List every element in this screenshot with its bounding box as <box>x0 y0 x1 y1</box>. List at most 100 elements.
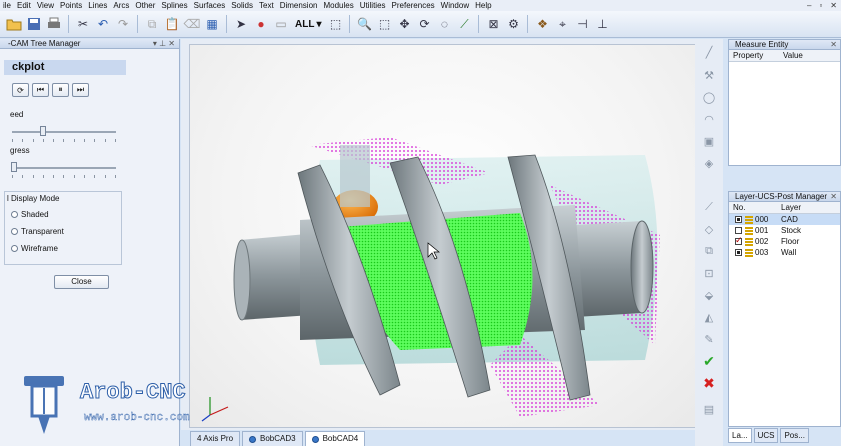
mode-transparent[interactable]: Transparent <box>11 227 64 236</box>
measure-close-icon[interactable]: ✕ <box>830 40 837 50</box>
line-tool-icon[interactable]: ╱ <box>700 44 718 60</box>
layer-visible-checkbox[interactable] <box>735 235 743 246</box>
layer-stack-icon <box>745 237 753 246</box>
cancel-x-icon[interactable]: ✖ <box>700 375 718 391</box>
axis-view-icon[interactable]: ⟋ <box>454 14 474 34</box>
menu-help[interactable]: Help <box>472 0 494 11</box>
edit-tool-icon[interactable]: ✎ <box>700 331 718 347</box>
box-tool-icon[interactable]: ▣ <box>700 133 718 149</box>
replay-icon[interactable]: ⟳ <box>12 83 29 97</box>
radio-shaded[interactable] <box>11 211 18 218</box>
graphics-viewport[interactable] <box>189 44 702 428</box>
tab-ucs[interactable]: UCS <box>753 428 779 443</box>
speed-slider-thumb[interactable] <box>40 126 47 136</box>
pause-icon[interactable]: ⏸ <box>52 83 69 97</box>
speed-slider-track[interactable] <box>12 131 116 133</box>
cut-icon[interactable]: ✂ <box>73 14 93 34</box>
open-folder-icon[interactable] <box>4 14 24 34</box>
arc-tool-icon[interactable]: ◠ <box>700 111 718 127</box>
menu-utilities[interactable]: Utilities <box>357 0 389 11</box>
paste-icon[interactable]: 📋 <box>162 14 182 34</box>
menu-lines[interactable]: Lines <box>85 0 110 11</box>
accept-check-icon[interactable]: ✔ <box>700 353 718 369</box>
layer-filter-icon[interactable]: ▭ <box>271 14 291 34</box>
layer-row[interactable]: 003 Wall <box>729 247 840 258</box>
radio-wireframe[interactable] <box>11 245 18 252</box>
pin-icon[interactable]: ▾ ⊥ ✕ <box>153 39 175 49</box>
copy-icon[interactable]: ⧉ <box>142 14 162 34</box>
pan-icon[interactable]: ✥ <box>394 14 414 34</box>
maximize-button[interactable]: ▫ <box>819 1 822 10</box>
blend-tool-icon[interactable]: ◭ <box>700 309 718 325</box>
entity-select-icon[interactable]: ⬚ <box>325 14 345 34</box>
mode-shaded[interactable]: Shaded <box>11 210 49 219</box>
pattern-tool-icon[interactable]: ⬙ <box>700 287 718 303</box>
layer-close-icon[interactable]: ✕ <box>830 192 837 202</box>
offset-tool-icon[interactable]: ⧉ <box>700 243 718 259</box>
close-button[interactable]: Close <box>54 275 109 289</box>
shaded-solids-icon[interactable]: ❖ <box>532 14 552 34</box>
menu-text[interactable]: Text <box>256 0 277 11</box>
iso-view-icon[interactable]: ⊠ <box>483 14 503 34</box>
menu-edit[interactable]: Edit <box>14 0 34 11</box>
tab-layers[interactable]: La... <box>728 428 752 443</box>
progress-slider-thumb[interactable] <box>11 162 18 172</box>
progress-slider-track[interactable] <box>12 167 116 169</box>
tab-4-axis-pro[interactable]: 4 Axis Pro <box>190 431 241 446</box>
menu-file[interactable]: ile <box>0 0 14 11</box>
display-mode-group: l Display Mode Shaded Transparent Wirefr… <box>4 191 122 265</box>
save-icon[interactable] <box>24 14 44 34</box>
circle-tool-icon[interactable]: ◯ <box>700 89 718 105</box>
radio-transparent[interactable] <box>11 228 18 235</box>
step-back-icon[interactable]: ⏮ <box>32 83 49 97</box>
menu-preferences[interactable]: Preferences <box>389 0 438 11</box>
rotate-view-icon[interactable]: ⟳ <box>414 14 434 34</box>
trim-tool-icon[interactable]: ⟋ <box>700 199 718 215</box>
zoom-icon[interactable]: 🔍 <box>354 14 374 34</box>
undo-icon[interactable]: ↶ <box>93 14 113 34</box>
selection-filter-dropdown[interactable]: ALL ▾ <box>291 14 325 34</box>
properties-icon[interactable]: ▦ <box>202 14 222 34</box>
panel-toggle-icon[interactable]: ▤ <box>700 401 718 417</box>
layer-visible-checkbox[interactable] <box>735 249 742 256</box>
zoom-window-icon[interactable]: ⬚ <box>374 14 394 34</box>
origin-icon[interactable]: ⊥ <box>592 14 612 34</box>
layer-row[interactable]: 001 Stock <box>729 225 840 236</box>
menu-solids[interactable]: Solids <box>228 0 256 11</box>
tab-post[interactable]: Pos... <box>780 428 809 443</box>
col-layer: Layer <box>781 203 802 212</box>
delete-icon[interactable]: ⌫ <box>182 14 202 34</box>
menu-splines[interactable]: Splines <box>158 0 190 11</box>
tab-bobcad4[interactable]: BobCAD4 <box>304 431 366 446</box>
mode-wireframe[interactable]: Wireframe <box>11 244 58 253</box>
menu-view[interactable]: View <box>34 0 57 11</box>
layer-visible-checkbox[interactable] <box>735 216 742 223</box>
layer-row[interactable]: 002 Floor <box>729 235 840 247</box>
print-icon[interactable] <box>44 14 64 34</box>
minimize-button[interactable]: – <box>807 1 811 10</box>
chevron-down-icon: ▾ <box>316 18 322 30</box>
menu-points[interactable]: Points <box>57 0 85 11</box>
step-forward-icon[interactable]: ⏭ <box>72 83 89 97</box>
tab-bobcad3[interactable]: BobCAD3 <box>242 431 303 446</box>
layer-row[interactable]: 000 CAD <box>729 214 840 225</box>
layer-visible-checkbox[interactable] <box>735 227 742 234</box>
select-arrow-icon[interactable]: ➤ <box>231 14 251 34</box>
redo-icon[interactable]: ↷ <box>113 14 133 34</box>
settings-gear-icon[interactable]: ⚙ <box>503 14 523 34</box>
measure-icon[interactable]: ⌖ <box>552 14 572 34</box>
menu-modules[interactable]: Modules <box>320 0 356 11</box>
menu-window[interactable]: Window <box>438 0 472 11</box>
chamfer-tool-icon[interactable]: ◇ <box>700 221 718 237</box>
snap-point-icon[interactable]: ● <box>251 14 271 34</box>
close-window-button[interactable]: ✕ <box>830 1 837 10</box>
orbit-icon[interactable]: ◌ <box>434 14 454 34</box>
menu-other[interactable]: Other <box>132 0 158 11</box>
menu-dimension[interactable]: Dimension <box>277 0 321 11</box>
dimension-tool-icon[interactable]: ⊣ <box>572 14 592 34</box>
hammer-icon[interactable]: ⚒ <box>700 67 718 83</box>
shape-tool-icon[interactable]: ◈ <box>700 155 718 171</box>
transform-tool-icon[interactable]: ⊡ <box>700 265 718 281</box>
menu-arcs[interactable]: Arcs <box>110 0 132 11</box>
menu-surfaces[interactable]: Surfaces <box>191 0 229 11</box>
